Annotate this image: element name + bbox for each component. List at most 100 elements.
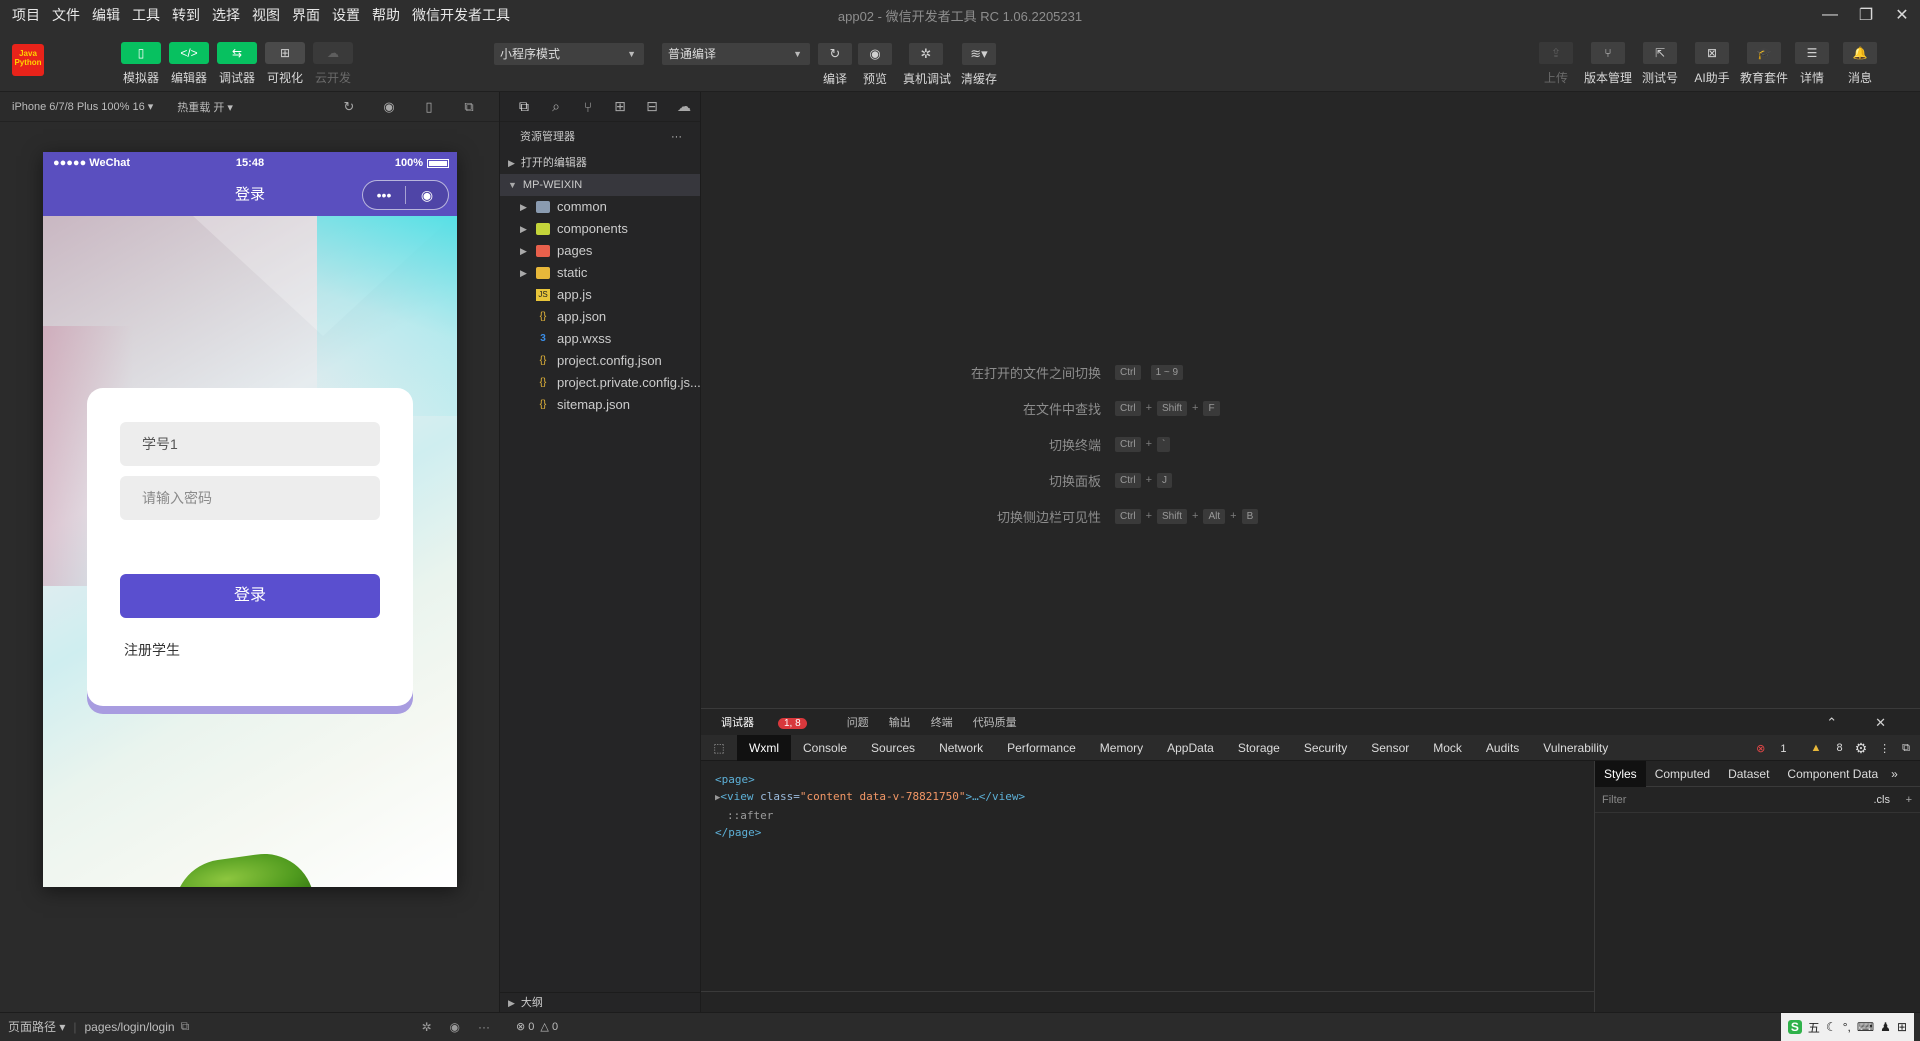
popout-icon[interactable]: ⧉ [449,99,489,115]
styles-filter-input[interactable]: Filter .cls + [1595,787,1920,813]
moon-icon[interactable]: ☾ [1826,1020,1837,1034]
tab-output[interactable]: 输出 [889,714,911,730]
inspect-icon[interactable]: ⬚ [701,741,737,755]
menu-select[interactable]: 选择 [212,5,240,25]
tab-dataset[interactable]: Dataset [1719,761,1778,787]
tab-vulnerability[interactable]: Vulnerability [1531,735,1620,761]
preview-button[interactable]: ◉ 预览 [852,43,898,87]
eye-icon[interactable]: ◉ [450,1020,460,1034]
tab-performance[interactable]: Performance [995,735,1088,761]
tree-item-app-js[interactable]: JS app.js [500,284,700,306]
extensions-icon[interactable]: ⊞ [604,98,636,115]
tab-problems[interactable]: 问题 [847,714,869,730]
tree-item-common[interactable]: ▶ common [500,196,700,218]
version-button[interactable]: ⑂ 版本管理 [1582,42,1634,86]
tree-item-project-config[interactable]: {} project.config.json [500,350,700,372]
wxml-node-view[interactable]: ▶<view class="content data-v-78821750">…… [715,788,1025,807]
source-control-icon[interactable]: ⑂ [572,99,604,115]
tab-component-data[interactable]: Component Data [1778,761,1887,787]
real-device-debug-button[interactable]: ✲ 真机调试 [903,43,951,87]
menu-view[interactable]: 视图 [252,5,280,25]
tree-item-app-json[interactable]: {} app.json [500,306,700,328]
tab-security[interactable]: Security [1292,735,1359,761]
add-rule-icon[interactable]: + [1906,787,1912,813]
cloud-icon[interactable]: ☁ [668,98,700,115]
register-student-link[interactable]: 注册学生 [124,640,180,660]
tab-network[interactable]: Network [927,735,995,761]
tab-sources[interactable]: Sources [859,735,927,761]
wxml-node-page-close[interactable]: </page> [715,824,1025,841]
copy-icon[interactable]: ⧉ [181,1019,190,1034]
error-count[interactable]: ⊗ 1 [1744,742,1786,755]
more-icon[interactable]: ··· [671,122,682,152]
wxml-node-page[interactable]: <page> [715,771,1025,788]
cls-toggle[interactable]: .cls [1874,787,1891,813]
editor-button[interactable]: </> 编辑器 [166,42,212,86]
tab-audits[interactable]: Audits [1474,735,1531,761]
gear-icon[interactable]: ⚙ [1855,740,1868,757]
device-icon[interactable]: ▯ [409,99,449,115]
close-miniprogram-icon[interactable]: ◉ [406,181,448,209]
tab-code-quality[interactable]: 代码质量 [973,714,1017,730]
messages-button[interactable]: 🔔 消息 [1834,42,1886,86]
menu-edit[interactable]: 编辑 [92,5,120,25]
tree-item-sitemap[interactable]: {} sitemap.json [500,394,700,416]
close-icon[interactable]: ✕ [1875,715,1886,731]
details-button[interactable]: ☰ 详情 [1786,42,1838,86]
chevron-double-right-icon[interactable]: » [1887,761,1902,787]
menu-tools[interactable]: 工具 [132,5,160,25]
warning-count[interactable]: ▲ 8 [1799,742,1843,754]
tab-console[interactable]: Console [791,735,859,761]
record-icon[interactable]: ◉ [369,99,409,115]
tab-terminal[interactable]: 终端 [931,714,953,730]
debugger-button[interactable]: ⇆ 调试器 [214,42,260,86]
tab-sensor[interactable]: Sensor [1359,735,1421,761]
mode-select[interactable]: 小程序模式 ▼ [494,43,644,65]
menu-project[interactable]: 项目 [12,5,40,25]
tab-memory[interactable]: Memory [1088,735,1155,761]
device-select[interactable]: iPhone 6/7/8 Plus 100% 16 ▾ [12,100,153,113]
upload-button[interactable]: ⇪ 上传 [1530,42,1582,86]
keyboard-icon[interactable]: ⌨ [1857,1020,1874,1034]
password-input[interactable]: 请输入密码 [120,476,380,520]
tree-item-components[interactable]: ▶ components [500,218,700,240]
ime-mode[interactable]: 五 [1808,1019,1820,1036]
compile-mode-select[interactable]: 普通编译 ▼ [662,43,810,65]
bug-icon[interactable]: ✲ [421,1020,431,1034]
grid-icon[interactable]: ⊞ [1897,1020,1907,1034]
student-id-input[interactable]: 学号1 [120,422,380,466]
search-icon[interactable]: ⌕ [540,98,572,115]
project-section[interactable]: ▼ MP-WEIXIN [500,174,700,196]
outline-section[interactable]: ▶ 大纲 [500,992,701,1012]
wxml-pseudo-after[interactable]: ::after [715,807,1025,824]
simulator-button[interactable]: ▯ 模拟器 [118,42,164,86]
more-icon[interactable]: ••• [363,181,405,209]
visual-button[interactable]: ⊞ 可视化 [262,42,308,86]
open-editors-section[interactable]: ▶ 打开的编辑器 [500,152,700,174]
tree-item-project-private-config[interactable]: {} project.private.config.js... [500,372,700,394]
page-path-label[interactable]: 页面路径 ▾ [8,1018,65,1035]
restore-icon[interactable]: ❐ [1848,0,1884,30]
login-button[interactable]: 登录 [120,574,380,618]
clear-cache-button[interactable]: ≋▾ 清缓存 [956,43,1002,87]
chevron-up-icon[interactable]: ⌃ [1826,715,1837,731]
menu-wechat-devtools[interactable]: 微信开发者工具 [412,5,510,25]
punctuation-icon[interactable]: °, [1843,1020,1851,1034]
user-icon[interactable]: ♟ [1880,1020,1891,1034]
tree-item-pages[interactable]: ▶ pages [500,240,700,262]
test-account-button[interactable]: ⇱ 测试号 [1634,42,1686,86]
tree-item-static[interactable]: ▶ static [500,262,700,284]
dock-icon[interactable]: ⧉ [1902,742,1910,755]
files-icon[interactable]: ⧉ [508,98,540,115]
menu-goto[interactable]: 转到 [172,5,200,25]
storage-icon[interactable]: ⊟ [636,98,668,115]
edu-kit-button[interactable]: 🎓 教育套件 [1738,42,1790,86]
cloud-button[interactable]: ☁ 云开发 [310,42,356,86]
tree-item-app-wxss[interactable]: 3 app.wxss [500,328,700,350]
status-warnings[interactable]: △ 0 [540,1020,558,1033]
menu-file[interactable]: 文件 [52,5,80,25]
minimize-icon[interactable]: — [1812,0,1848,30]
ai-assistant-button[interactable]: ⊠ AI助手 [1686,42,1738,86]
menu-settings[interactable]: 设置 [332,5,360,25]
more-icon[interactable]: ··· [478,1020,490,1034]
